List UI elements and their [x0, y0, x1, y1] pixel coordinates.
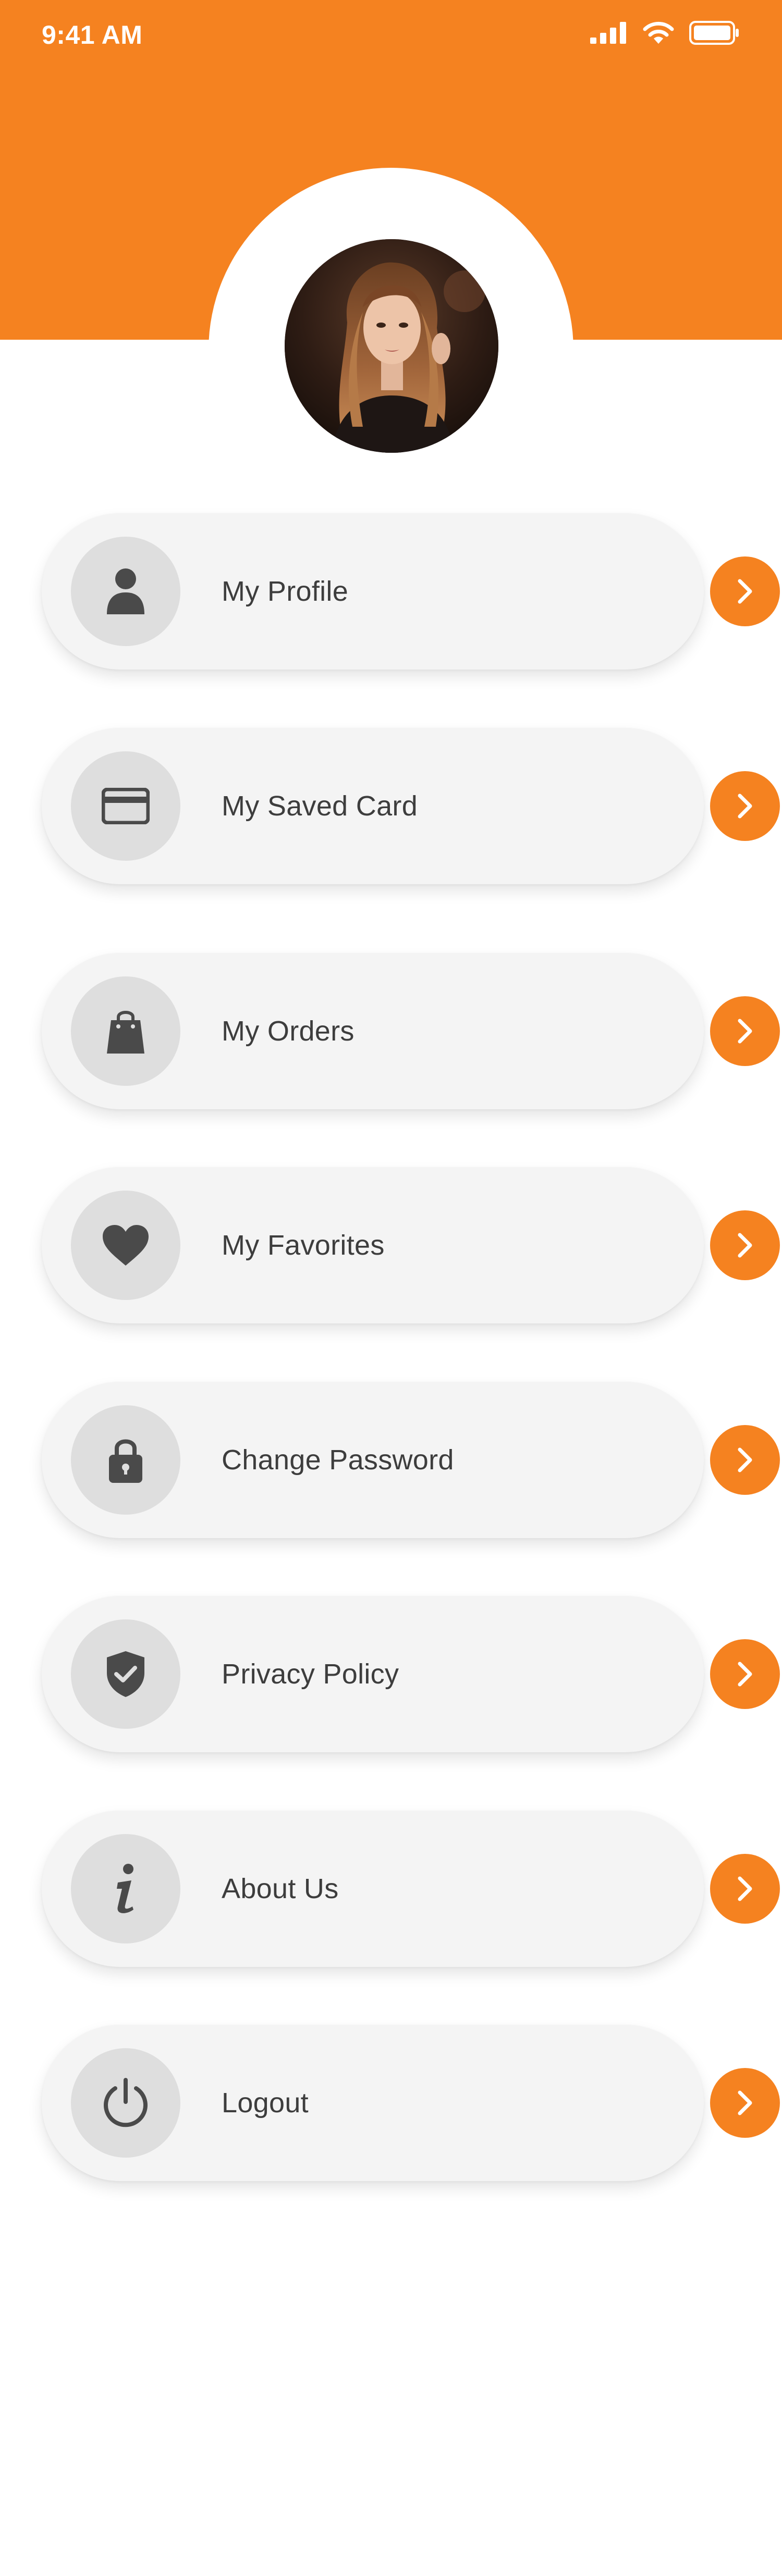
menu-icon-circle — [71, 537, 180, 646]
menu-item-label: Change Password — [222, 1444, 454, 1476]
profile-photo — [285, 239, 498, 453]
wifi-icon — [642, 21, 675, 45]
chevron-right-button[interactable] — [710, 996, 780, 1066]
heart-icon — [102, 1224, 150, 1267]
cellular-signal-icon — [590, 22, 628, 44]
menu-item-about-us[interactable]: About Us — [42, 1811, 780, 1967]
menu-item-my-saved-card[interactable]: My Saved Card — [42, 728, 780, 884]
menu-item-label: Logout — [222, 2087, 309, 2119]
menu-item-my-favorites[interactable]: My Favorites — [42, 1167, 780, 1323]
chevron-right-button[interactable] — [710, 556, 780, 626]
menu-item-change-password[interactable]: Change Password — [42, 1382, 780, 1538]
menu-item-label: My Orders — [222, 1015, 355, 1047]
chevron-right-icon — [735, 1232, 755, 1259]
menu-item-label: Privacy Policy — [222, 1658, 399, 1690]
menu-icon-circle — [71, 1405, 180, 1515]
lock-icon — [107, 1436, 144, 1484]
power-icon — [101, 2077, 151, 2129]
shopping-bag-icon — [106, 1008, 145, 1055]
chevron-right-icon — [735, 1875, 755, 1902]
info-icon — [113, 1863, 139, 1915]
chevron-right-button[interactable] — [710, 1639, 780, 1709]
chevron-right-icon — [735, 792, 755, 820]
shield-check-icon — [105, 1650, 146, 1698]
chevron-right-icon — [735, 1446, 755, 1473]
user-icon — [105, 566, 146, 616]
menu-icon-circle — [71, 751, 180, 861]
chevron-right-icon — [735, 2089, 755, 2116]
menu-icon-circle — [71, 976, 180, 1086]
chevron-right-button[interactable] — [710, 2068, 780, 2138]
chevron-right-icon — [735, 1661, 755, 1688]
menu-item-label: About Us — [222, 1873, 339, 1904]
status-icons — [590, 21, 740, 45]
menu-item-my-profile[interactable]: My Profile — [42, 513, 780, 670]
credit-card-icon — [102, 788, 150, 824]
chevron-right-button[interactable] — [710, 1425, 780, 1495]
avatar[interactable] — [285, 239, 498, 453]
chevron-right-icon — [735, 578, 755, 605]
battery-icon — [689, 21, 740, 45]
chevron-right-button[interactable] — [710, 1210, 780, 1280]
chevron-right-icon — [735, 1018, 755, 1045]
chevron-right-button[interactable] — [710, 771, 780, 841]
menu-item-logout[interactable]: Logout — [42, 2025, 780, 2181]
menu-icon-circle — [71, 2048, 180, 2158]
menu-icon-circle — [71, 1619, 180, 1729]
profile-menu-screen: 9:41 AM My Profile My Saved Card My Orde… — [0, 0, 782, 2576]
menu-item-privacy-policy[interactable]: Privacy Policy — [42, 1596, 780, 1752]
menu-icon-circle — [71, 1834, 180, 1943]
menu-item-my-orders[interactable]: My Orders — [42, 953, 780, 1109]
status-time: 9:41 AM — [42, 20, 143, 49]
menu-item-label: My Saved Card — [222, 790, 418, 822]
menu-item-label: My Profile — [222, 576, 349, 607]
menu-icon-circle — [71, 1191, 180, 1300]
menu-item-label: My Favorites — [222, 1230, 385, 1261]
chevron-right-button[interactable] — [710, 1854, 780, 1924]
